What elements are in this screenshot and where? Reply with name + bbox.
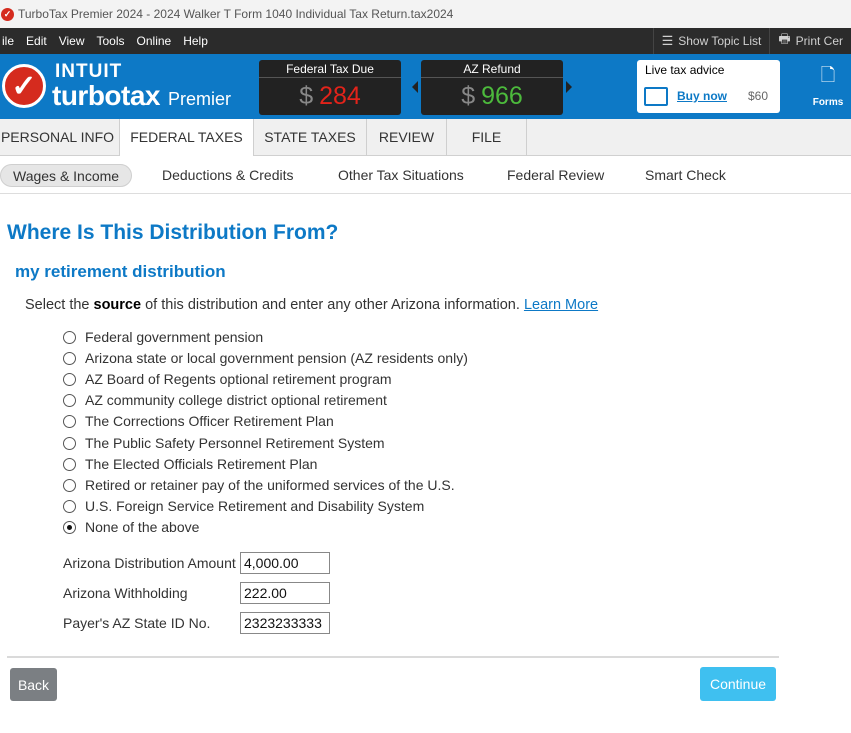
menu-file[interactable]: ile	[0, 28, 20, 54]
federal-meter-label: Federal Tax Due	[259, 60, 401, 78]
source-option[interactable]: Retired or retainer pay of the uniformed…	[63, 475, 455, 495]
edition-label: Premier	[168, 89, 232, 109]
federal-currency: $	[299, 82, 314, 110]
radio-unselected-icon[interactable]	[63, 478, 76, 492]
instruction-text: Select the source of this distribution a…	[25, 297, 599, 313]
source-option[interactable]: The Corrections Officer Retirement Plan	[63, 411, 334, 431]
source-option[interactable]: AZ Board of Regents optional retirement …	[63, 369, 392, 389]
subnav-federal-review[interactable]: Federal Review	[507, 164, 604, 187]
radio-unselected-icon[interactable]	[63, 330, 76, 344]
source-option-label: AZ community college district optional r…	[85, 392, 387, 408]
federal-tax-due-value: 284	[319, 82, 361, 110]
tab-review[interactable]: REVIEW	[367, 119, 447, 156]
print-center-label: Print Cer	[795, 34, 843, 48]
show-topic-list-label: Show Topic List	[678, 34, 762, 48]
menu-view[interactable]: View	[53, 28, 91, 54]
source-option[interactable]: Arizona state or local government pensio…	[63, 348, 468, 368]
radio-unselected-icon[interactable]	[63, 372, 76, 386]
source-option[interactable]: U.S. Foreign Service Retirement and Disa…	[63, 496, 424, 516]
turbotax-wordmark: turbotax	[52, 80, 161, 111]
source-option-label: Arizona state or local government pensio…	[85, 350, 468, 366]
source-option-label: Federal government pension	[85, 329, 264, 345]
radio-unselected-icon[interactable]	[63, 414, 76, 428]
menu-tools[interactable]: Tools	[91, 28, 131, 54]
radio-selected-icon[interactable]	[63, 520, 76, 534]
section-subtitle: my retirement distribution	[15, 262, 226, 281]
source-option[interactable]: AZ community college district optional r…	[63, 390, 387, 410]
subnav-smart-check[interactable]: Smart Check	[645, 164, 726, 187]
continue-button[interactable]: Continue	[700, 667, 776, 701]
forms-button[interactable]: 🗋 Forms	[806, 63, 850, 111]
source-option[interactable]: None of the above	[63, 517, 199, 537]
menubar: ile Edit View Tools Online Help ☰ Show T…	[0, 28, 851, 54]
source-option-label: The Corrections Officer Retirement Plan	[85, 413, 334, 429]
turbotax-logo-icon: ✓	[2, 64, 46, 108]
advice-price: $60	[748, 89, 769, 103]
radio-unselected-icon[interactable]	[63, 393, 76, 407]
window-title: TurboTax Premier 2024 - 2024 Walker T Fo…	[18, 7, 454, 21]
source-option-label: Retired or retainer pay of the uniformed…	[85, 477, 455, 493]
source-option-label: The Elected Officials Retirement Plan	[85, 456, 318, 472]
source-option-label: The Public Safety Personnel Retirement S…	[85, 435, 385, 451]
az-withholding-input[interactable]	[240, 582, 330, 604]
sub-navigation: Wages & Income Deductions & Credits Othe…	[0, 156, 851, 194]
advice-title: Live tax advice	[645, 63, 725, 77]
source-option-label: AZ Board of Regents optional retirement …	[85, 371, 392, 387]
print-center-button[interactable]: 🖶 Print Cer	[769, 28, 851, 54]
tab-federal-taxes[interactable]: FEDERAL TAXES	[120, 119, 254, 157]
meter-next-arrow-icon[interactable]	[566, 81, 572, 93]
state-meter-label: AZ Refund	[421, 60, 563, 78]
source-option-label: U.S. Foreign Service Retirement and Disa…	[85, 498, 425, 514]
source-option-label: None of the above	[85, 519, 200, 535]
tab-file[interactable]: FILE	[447, 119, 527, 156]
menu-help[interactable]: Help	[177, 28, 214, 54]
radio-unselected-icon[interactable]	[63, 436, 76, 450]
payer-az-state-id-label: Payer's AZ State ID No.	[63, 615, 211, 631]
state-refund-meter[interactable]: AZ Refund $966	[421, 60, 563, 115]
source-option[interactable]: The Elected Officials Retirement Plan	[63, 454, 317, 474]
forms-label: Forms	[812, 97, 844, 108]
live-tax-advice-panel: Live tax advice Buy now $60	[637, 60, 780, 113]
az-withholding-label: Arizona Withholding	[63, 585, 188, 601]
list-icon: ☰	[661, 33, 674, 48]
tab-state-taxes[interactable]: STATE TAXES	[254, 119, 367, 156]
source-option[interactable]: The Public Safety Personnel Retirement S…	[63, 433, 385, 453]
buy-now-link[interactable]: Buy now	[677, 89, 727, 103]
main-tab-bar: PERSONAL INFO FEDERAL TAXES STATE TAXES …	[0, 119, 851, 157]
radio-unselected-icon[interactable]	[63, 351, 76, 365]
radio-unselected-icon[interactable]	[63, 457, 76, 471]
show-topic-list-button[interactable]: ☰ Show Topic List	[652, 28, 770, 54]
tab-personal-info[interactable]: PERSONAL INFO	[0, 119, 120, 156]
footer-divider	[7, 656, 779, 658]
payer-az-state-id-input[interactable]	[240, 612, 330, 634]
document-icon: 🗋	[820, 65, 836, 85]
source-option[interactable]: Federal government pension	[63, 327, 263, 347]
federal-tax-meter[interactable]: Federal Tax Due $284	[259, 60, 401, 115]
printer-icon: 🖶	[778, 31, 791, 46]
window-titlebar: ✓ TurboTax Premier 2024 - 2024 Walker T …	[0, 0, 851, 28]
back-button[interactable]: Back	[10, 668, 57, 701]
laptop-expert-icon	[644, 87, 668, 106]
menu-edit[interactable]: Edit	[20, 28, 53, 54]
state-refund-value: 966	[481, 82, 523, 110]
page-title: Where Is This Distribution From?	[7, 221, 339, 244]
subnav-other-tax-situations[interactable]: Other Tax Situations	[338, 164, 464, 187]
state-currency: $	[461, 82, 476, 110]
radio-unselected-icon[interactable]	[63, 499, 76, 513]
learn-more-link[interactable]: Learn More	[524, 297, 598, 313]
meter-prev-arrow-icon[interactable]	[412, 81, 418, 93]
subnav-deductions-credits[interactable]: Deductions & Credits	[162, 164, 294, 187]
turbotax-check-icon: ✓	[1, 7, 14, 21]
az-distribution-amount-label: Arizona Distribution Amount	[63, 555, 236, 571]
subnav-wages-income[interactable]: Wages & Income	[0, 164, 133, 187]
menu-online[interactable]: Online	[131, 28, 178, 54]
az-distribution-amount-input[interactable]	[240, 552, 330, 574]
